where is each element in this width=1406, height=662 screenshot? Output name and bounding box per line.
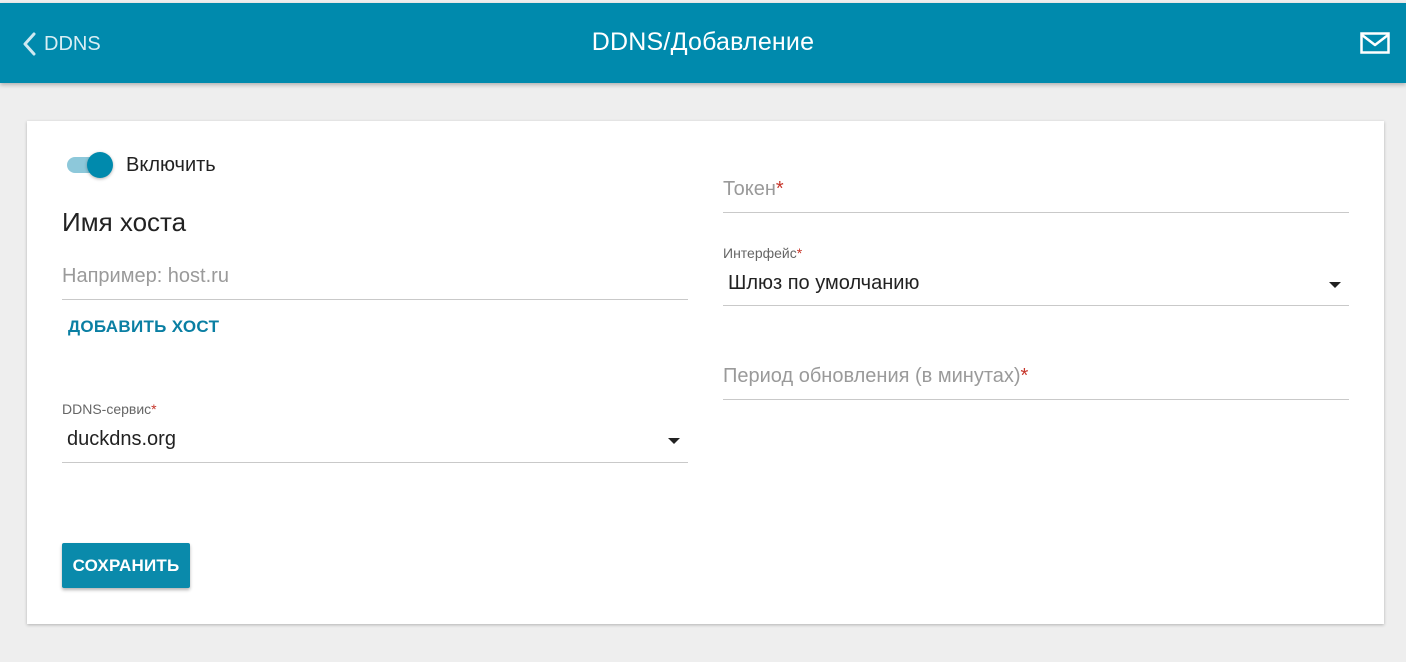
save-button[interactable]: СОХРАНИТЬ: [62, 543, 190, 588]
interface-label-text: Интерфейс: [723, 245, 797, 261]
ddns-service-label-text: DDNS-сервис: [62, 401, 152, 417]
caret-down-icon: [668, 438, 680, 444]
hostname-input[interactable]: [62, 265, 688, 288]
top-bar: DDNS DDNS/Добавление: [0, 3, 1406, 83]
hostname-title: Имя хоста: [62, 207, 187, 237]
period-label-text: Период обновления (в минутах): [723, 365, 1021, 387]
ddns-service-label: DDNS-сервис*: [62, 401, 157, 417]
interface-label: Интерфейс*: [723, 245, 802, 261]
enable-label: Включить: [126, 153, 216, 176]
form-card: Включить Имя хоста ДОБАВИТЬ ХОСТ DDNS-се…: [27, 121, 1384, 624]
hostname-field: [62, 265, 688, 300]
page-title: DDNS/Добавление: [591, 28, 815, 56]
mail-button[interactable]: [1360, 32, 1390, 59]
enable-toggle[interactable]: Включить: [67, 152, 216, 178]
required-mark: *: [775, 178, 784, 200]
period-field[interactable]: Период обновления (в минутах)*: [723, 365, 1349, 400]
token-label-text: Токен: [723, 178, 776, 200]
mail-icon: [1360, 32, 1390, 58]
required-mark: *: [151, 401, 157, 417]
toggle-knob: [87, 152, 113, 178]
add-host-button[interactable]: ДОБАВИТЬ ХОСТ: [68, 317, 219, 337]
interface-value: Шлюз по умолчанию: [728, 272, 920, 294]
caret-down-icon: [1329, 282, 1341, 288]
ddns-service-value: duckdns.org: [67, 428, 176, 450]
token-label: Токен*: [723, 178, 784, 200]
toggle-switch[interactable]: [67, 152, 113, 178]
period-label: Период обновления (в минутах)*: [723, 365, 1028, 387]
interface-select[interactable]: Шлюз по умолчанию: [723, 272, 1349, 306]
ddns-service-select[interactable]: duckdns.org: [62, 428, 688, 463]
token-field[interactable]: Токен*: [723, 178, 1349, 213]
required-mark: *: [796, 245, 803, 261]
required-mark: *: [1020, 365, 1029, 387]
